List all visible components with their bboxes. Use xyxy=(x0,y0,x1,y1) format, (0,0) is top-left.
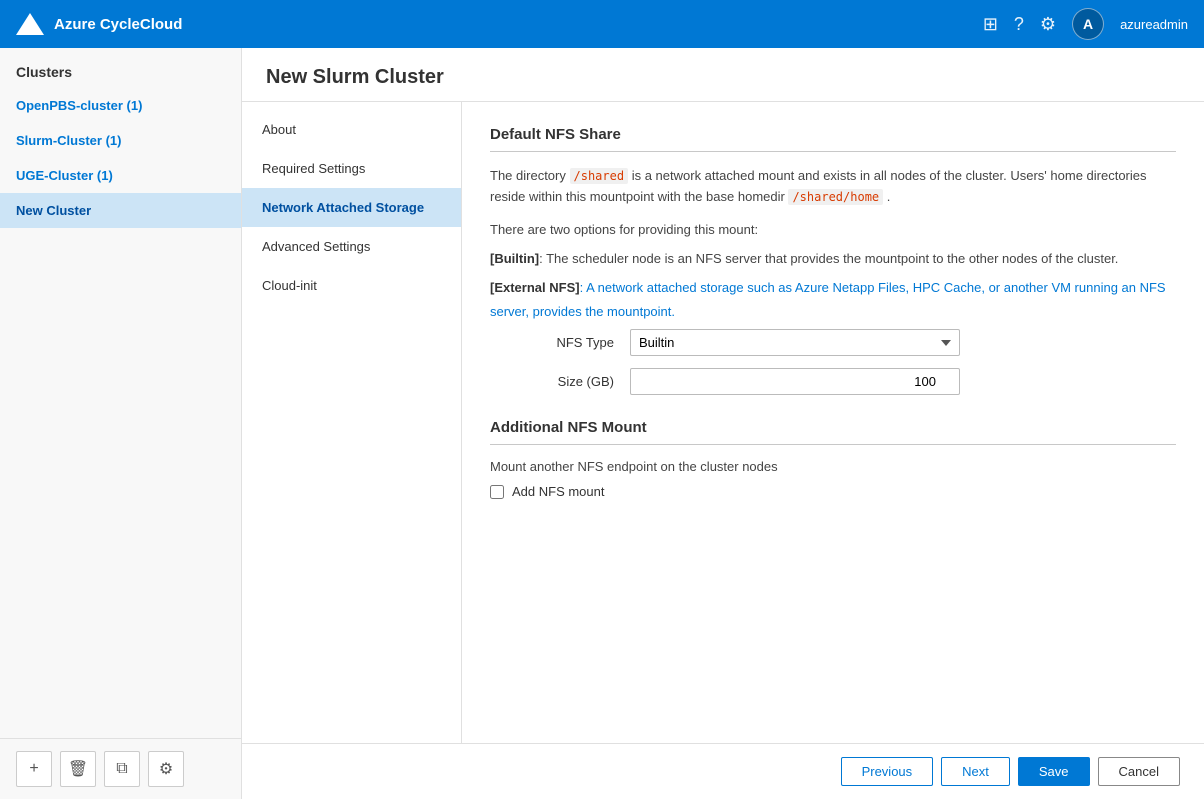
step-about[interactable]: About xyxy=(242,110,461,149)
step-advanced-settings[interactable]: Advanced Settings xyxy=(242,227,461,266)
builtin-label: [Builtin] xyxy=(490,251,539,266)
monitor-icon[interactable]: ⊞ xyxy=(983,14,998,35)
copy-cluster-button[interactable]: ⧉ xyxy=(104,751,140,787)
sidebar-item-uge[interactable]: UGE-Cluster (1) xyxy=(0,158,241,193)
avatar-initial: A xyxy=(1083,16,1093,32)
nfs-options-intro: There are two options for providing this… xyxy=(490,218,1176,241)
step-required-settings[interactable]: Required Settings xyxy=(242,149,461,188)
step-cloud-init[interactable]: Cloud-init xyxy=(242,266,461,305)
additional-nfs-section: Additional NFS Mount Mount another NFS e… xyxy=(490,419,1176,499)
add-nfs-mount-row: Add NFS mount xyxy=(490,484,1176,499)
nfs-external-desc: [External NFS]: A network attached stora… xyxy=(490,276,1176,323)
sidebar-item-slurm[interactable]: Slurm-Cluster (1) xyxy=(0,123,241,158)
main-container: Clusters OpenPBS-cluster (1) Slurm-Clust… xyxy=(0,48,1204,799)
default-nfs-section-title: Default NFS Share xyxy=(490,126,1176,152)
additional-nfs-desc: Mount another NFS endpoint on the cluste… xyxy=(490,459,1176,474)
save-button[interactable]: Save xyxy=(1018,757,1090,786)
content-header: New Slurm Cluster xyxy=(242,48,1204,102)
cancel-button[interactable]: Cancel xyxy=(1098,757,1180,786)
previous-button[interactable]: Previous xyxy=(841,757,934,786)
nfs-type-row: NFS Type Builtin External NFS xyxy=(530,329,1176,356)
logo-icon xyxy=(16,13,44,35)
add-nfs-mount-label[interactable]: Add NFS mount xyxy=(512,484,605,499)
additional-nfs-title: Additional NFS Mount xyxy=(490,419,1176,445)
nfs-type-control: Builtin External NFS xyxy=(630,329,960,356)
add-nfs-mount-checkbox[interactable] xyxy=(490,485,504,499)
sidebar-footer: + 🗑 ⧉ ⚙ xyxy=(0,738,241,799)
username-label: azureadmin xyxy=(1120,17,1188,32)
form-panel: Default NFS Share The directory /shared … xyxy=(462,102,1204,743)
step-nav: About Required Settings Network Attached… xyxy=(242,102,462,743)
content-area: New Slurm Cluster About Required Setting… xyxy=(242,48,1204,799)
shared-home-code: /shared/home xyxy=(788,189,883,205)
nfs-builtin-desc: [Builtin]: The scheduler node is an NFS … xyxy=(490,247,1176,270)
size-row: Size (GB) xyxy=(530,368,1176,395)
cluster-settings-button[interactable]: ⚙ xyxy=(148,751,184,787)
delete-cluster-button[interactable]: 🗑 xyxy=(60,751,96,787)
sidebar-item-new-cluster[interactable]: New Cluster xyxy=(0,193,241,228)
next-button[interactable]: Next xyxy=(941,757,1010,786)
size-input[interactable] xyxy=(630,368,960,395)
inner-layout: About Required Settings Network Attached… xyxy=(242,102,1204,743)
app-name: Azure CycleCloud xyxy=(54,16,182,33)
sidebar-title: Clusters xyxy=(0,48,241,88)
avatar[interactable]: A xyxy=(1072,8,1104,40)
shared-path-code: /shared xyxy=(570,168,629,184)
settings-icon[interactable]: ⚙ xyxy=(1040,14,1056,35)
nfs-type-select[interactable]: Builtin External NFS xyxy=(630,329,960,356)
add-cluster-button[interactable]: + xyxy=(16,751,52,787)
page-title: New Slurm Cluster xyxy=(266,66,1180,89)
size-control xyxy=(630,368,960,395)
size-label: Size (GB) xyxy=(530,374,630,389)
nfs-description-1: The directory /shared is a network attac… xyxy=(490,166,1176,208)
app-logo: Azure CycleCloud xyxy=(16,13,182,35)
nfs-type-label: NFS Type xyxy=(530,335,630,350)
app-header: Azure CycleCloud ⊞ ? ⚙ A azureadmin xyxy=(0,0,1204,48)
step-network-attached-storage[interactable]: Network Attached Storage xyxy=(242,188,461,227)
help-icon[interactable]: ? xyxy=(1014,14,1024,35)
header-actions: ⊞ ? ⚙ A azureadmin xyxy=(983,8,1188,40)
external-label: [External NFS] xyxy=(490,280,580,295)
sidebar-item-openpbs[interactable]: OpenPBS-cluster (1) xyxy=(0,88,241,123)
footer: Previous Next Save Cancel xyxy=(242,743,1204,799)
sidebar: Clusters OpenPBS-cluster (1) Slurm-Clust… xyxy=(0,48,242,799)
